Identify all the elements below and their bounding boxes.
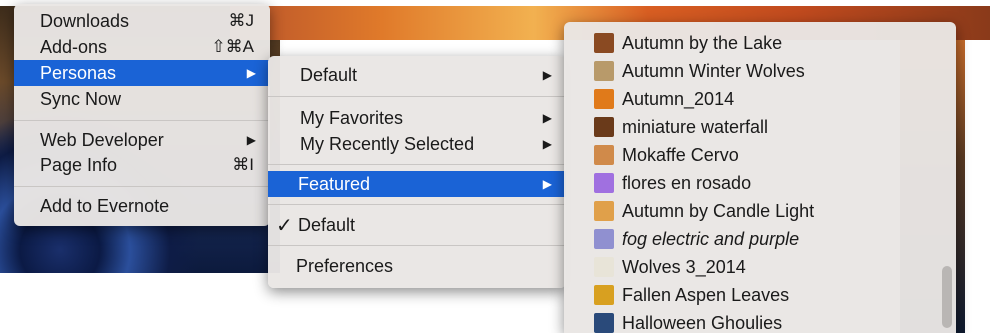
menu-item-featured[interactable]: Featured ▶ <box>268 171 566 197</box>
persona-item[interactable]: fog electric and purple <box>564 226 956 252</box>
menu-item-downloads[interactable]: Downloads ⌘J <box>14 8 270 34</box>
persona-label: Mokaffe Cervo <box>622 144 739 165</box>
menu-item-my-favorites[interactable]: My Favorites ▶ <box>268 105 566 131</box>
menu-item-default-checked[interactable]: ✓ Default <box>268 212 566 238</box>
shortcut-label: ⌘J <box>228 11 255 30</box>
persona-item[interactable]: Autumn Winter Wolves <box>564 58 956 84</box>
persona-thumbnail-icon <box>594 201 614 221</box>
menu-separator <box>268 164 566 165</box>
persona-thumbnail-icon <box>594 33 614 53</box>
persona-thumbnail-icon <box>594 117 614 137</box>
persona-label: flores en rosado <box>622 172 752 193</box>
persona-thumbnail-icon <box>594 285 614 305</box>
menu-item-label: Default <box>300 64 358 85</box>
shortcut-label: ⌘I <box>232 155 254 174</box>
submenu-arrow-icon: ▶ <box>542 177 552 191</box>
checkmark-icon: ✓ <box>276 214 293 237</box>
persona-label: Wolves 3_2014 <box>622 256 746 277</box>
menu-item-default-submenu[interactable]: Default ▶ <box>268 62 566 88</box>
persona-item[interactable]: Autumn_2014 <box>564 86 956 112</box>
menu-item-label: Page Info <box>40 154 118 175</box>
menu-item-label: Add-ons <box>40 36 108 57</box>
menu-item-personas[interactable]: Personas ▶ <box>14 60 270 86</box>
persona-item[interactable]: Halloween Ghoulies <box>564 310 956 333</box>
persona-item[interactable]: Mokaffe Cervo <box>564 142 956 168</box>
menu-item-label: Add to Evernote <box>40 195 170 216</box>
tools-menu: Downloads ⌘J Add-ons ⇧⌘A Personas ▶ Sync… <box>14 4 270 226</box>
persona-label: Halloween Ghoulies <box>622 312 783 333</box>
menu-separator <box>14 186 270 187</box>
persona-thumbnail-icon <box>594 173 614 193</box>
persona-label: Autumn by the Lake <box>622 32 783 53</box>
menu-item-label: My Recently Selected <box>300 133 475 154</box>
menu-item-label: Sync Now <box>40 88 122 109</box>
menu-item-add-ons[interactable]: Add-ons ⇧⌘A <box>14 34 270 60</box>
menu-item-label: Downloads <box>40 10 130 31</box>
persona-label: Autumn_2014 <box>622 88 735 109</box>
menu-item-page-info[interactable]: Page Info ⌘I <box>14 152 270 178</box>
submenu-arrow-icon: ▶ <box>542 137 552 151</box>
submenu-arrow-icon: ▶ <box>246 133 256 147</box>
menu-separator <box>268 96 566 97</box>
menu-item-label: Featured <box>298 173 371 194</box>
persona-label: Fallen Aspen Leaves <box>622 284 790 305</box>
persona-label: fog electric and purple <box>622 228 800 249</box>
persona-label: Autumn Winter Wolves <box>622 60 805 81</box>
menu-item-preferences[interactable]: Preferences <box>268 253 566 279</box>
persona-thumbnail-icon <box>594 229 614 249</box>
persona-thumbnail-icon <box>594 145 614 165</box>
personas-submenu: Default ▶ My Favorites ▶ My Recently Sel… <box>268 56 566 288</box>
menu-item-add-to-evernote[interactable]: Add to Evernote <box>14 193 270 219</box>
featured-personas-submenu: Autumn by the Lake Autumn Winter Wolves Au… <box>564 22 956 333</box>
menu-separator <box>268 204 566 205</box>
menu-item-label: Default <box>298 214 356 235</box>
scrollbar-thumb[interactable] <box>942 266 952 328</box>
menu-item-label: Web Developer <box>40 129 164 150</box>
persona-label: miniature waterfall <box>622 116 769 137</box>
persona-thumbnail-icon <box>594 61 614 81</box>
menu-item-label: My Favorites <box>300 107 404 128</box>
submenu-arrow-icon: ▶ <box>246 66 256 80</box>
submenu-arrow-icon: ▶ <box>542 111 552 125</box>
persona-item[interactable]: Autumn by the Lake <box>564 30 956 56</box>
menu-item-sync-now[interactable]: Sync Now <box>14 86 270 112</box>
persona-item[interactable]: Autumn by Candle Light <box>564 198 956 224</box>
persona-label: Autumn by Candle Light <box>622 200 815 221</box>
persona-item[interactable]: Fallen Aspen Leaves <box>564 282 956 308</box>
shortcut-label: ⇧⌘A <box>211 37 254 56</box>
persona-thumbnail-icon <box>594 89 614 109</box>
menu-item-my-recently-selected[interactable]: My Recently Selected ▶ <box>268 131 566 157</box>
submenu-arrow-icon: ▶ <box>542 68 552 82</box>
persona-item[interactable]: miniature waterfall <box>564 114 956 140</box>
persona-item[interactable]: Wolves 3_2014 <box>564 254 956 280</box>
menu-item-label: Personas <box>40 62 117 83</box>
menu-item-label: Preferences <box>296 255 394 276</box>
menu-item-web-developer[interactable]: Web Developer ▶ <box>14 127 270 153</box>
persona-thumbnail-icon <box>594 257 614 277</box>
menu-separator <box>268 245 566 246</box>
persona-item[interactable]: flores en rosado <box>564 170 956 196</box>
persona-thumbnail-icon <box>594 313 614 333</box>
menu-separator <box>14 120 270 121</box>
